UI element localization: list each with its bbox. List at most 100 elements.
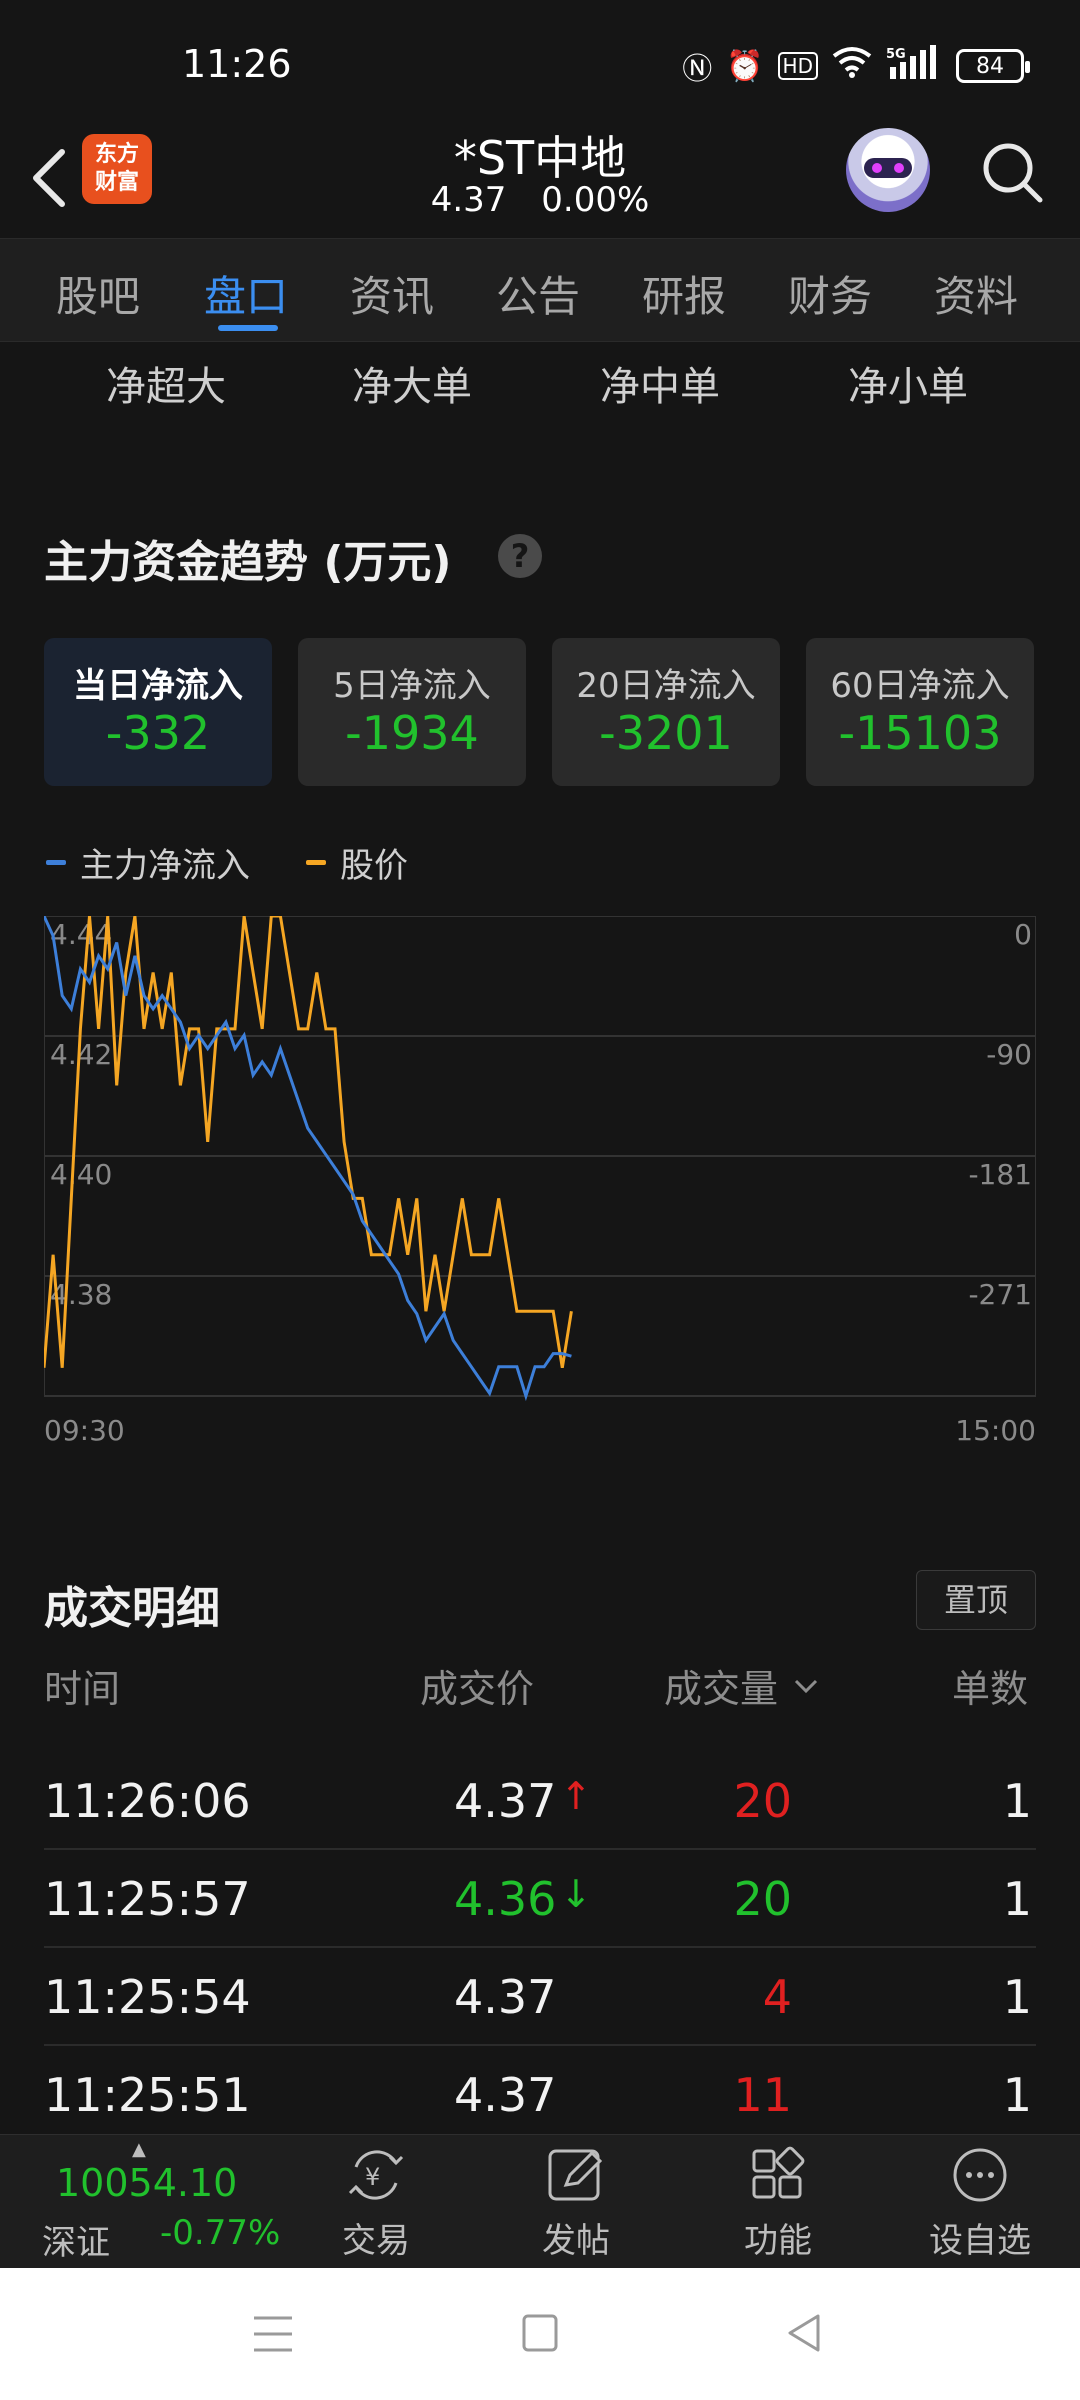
nav-add-watchlist[interactable]: 设自选 — [910, 2145, 1050, 2265]
legend-swatch-orange — [306, 860, 326, 865]
nav-label: 交易 — [342, 2221, 410, 2261]
caret-up-icon: ▲ — [132, 2139, 146, 2160]
card-label: 20日净流入 — [576, 666, 756, 706]
trade-row: 11:26:06 4.37 ↑ 20 1 — [44, 1752, 1036, 1850]
trade-count: 1 — [1002, 2068, 1032, 2122]
legend-net-inflow: 主力净流入 — [46, 838, 250, 887]
trade-time: 11:25:54 — [44, 1970, 251, 2024]
nav-trade[interactable]: ¥ 交易 — [306, 2145, 446, 2265]
header-count: 单数 — [952, 1667, 1029, 1711]
header-time: 时间 — [44, 1667, 121, 1711]
index-change: -0.77% — [160, 2213, 281, 2253]
header-volume: 成交量 — [664, 1667, 779, 1711]
header-volume-sort[interactable]: 成交量 — [664, 1658, 824, 1713]
legend-label: 股价 — [340, 846, 408, 886]
help-icon[interactable]: ? — [498, 534, 542, 578]
trades-title: 成交明细 — [44, 1583, 220, 1634]
card-today-inflow[interactable]: 当日净流入 -332 — [44, 638, 272, 786]
system-navigation-bar — [0, 2268, 1080, 2400]
tab-finance[interactable]: 财务 — [788, 263, 872, 324]
trade-time: 11:25:51 — [44, 2068, 251, 2122]
x-axis-start-label: 09:30 — [44, 1414, 125, 1447]
trade-yen-icon: ¥ — [348, 2150, 404, 2200]
left-axis-tick: 4.40 — [50, 1158, 112, 1191]
compose-icon — [548, 2149, 603, 2201]
fund-trend-chart[interactable]: 4.44 4.42 4.40 4.38 4.36 0 -90 -181 -271 -362 — [44, 916, 1036, 1402]
tab-profile[interactable]: 资料 — [934, 263, 1018, 324]
card-5day-inflow[interactable]: 5日净流入 -1934 — [298, 638, 526, 786]
card-20day-inflow[interactable]: 20日净流入 -3201 — [552, 638, 780, 786]
pin-top-button[interactable]: 置顶 — [916, 1570, 1036, 1630]
arrow-down-icon: ↓ — [560, 1872, 592, 1916]
stock-price: 4.37 — [430, 180, 507, 220]
chart-legend: 主力净流入 股价 — [46, 838, 464, 887]
nav-label: 功能 — [744, 2221, 812, 2261]
back-nav-icon[interactable] — [784, 2312, 824, 2354]
stock-tabs: 股吧 盘口 资讯 公告 研报 财务 资料 — [0, 238, 1080, 342]
battery-indicator: 84 — [956, 49, 1030, 83]
status-time: 11:26 — [182, 42, 292, 86]
nav-label: 设自选 — [929, 2221, 1031, 2261]
trade-price: 4.37 — [454, 1970, 557, 2024]
trade-count: 1 — [1002, 1970, 1032, 2024]
card-label: 当日净流入 — [73, 666, 243, 706]
nav-post[interactable]: 发帖 — [506, 2145, 646, 2265]
trade-row: 11:25:54 4.37 4 1 — [44, 1948, 1036, 2046]
tab-research[interactable]: 研报 — [642, 263, 726, 324]
right-axis-tick: -362 — [968, 1398, 1032, 1402]
search-button[interactable] — [976, 136, 1048, 208]
menu-icon[interactable] — [252, 2312, 294, 2356]
legend-price: 股价 — [306, 838, 408, 887]
left-axis-tick: 4.42 — [50, 1038, 112, 1071]
header-price: 成交价 — [420, 1667, 535, 1711]
bottom-toolbar: ▲ 10054.10 深证 -0.77% ¥ 交易 发帖 功能 设自选 — [0, 2134, 1080, 2268]
net-category-medium: 净中单 — [600, 364, 720, 410]
tab-pankou[interactable]: 盘口 — [204, 263, 288, 324]
index-value: 10054.10 — [56, 2161, 238, 2205]
card-value: -332 — [105, 706, 211, 760]
assistant-avatar[interactable] — [846, 128, 930, 212]
tab-announcements[interactable]: 公告 — [496, 263, 580, 324]
tab-news[interactable]: 资讯 — [350, 263, 434, 324]
right-axis-tick: -90 — [986, 1038, 1032, 1071]
trade-price: 4.37 — [454, 2068, 557, 2122]
wifi-icon — [832, 46, 872, 86]
trade-volume: 20 — [733, 1774, 792, 1828]
grid-icon — [752, 2146, 805, 2199]
svg-text:¥: ¥ — [365, 2163, 380, 2191]
card-value: -15103 — [838, 706, 1002, 760]
left-axis-tick: 4.44 — [50, 918, 112, 951]
index-name: 深证 — [42, 2223, 110, 2263]
trade-volume: 11 — [733, 2068, 792, 2122]
nav-functions[interactable]: 功能 — [708, 2145, 848, 2265]
trade-count: 1 — [1002, 1774, 1032, 1828]
card-60day-inflow[interactable]: 60日净流入 -15103 — [806, 638, 1034, 786]
card-label: 60日净流入 — [830, 666, 1010, 706]
trade-count: 1 — [1002, 1872, 1032, 1926]
trade-price: 4.36 — [454, 1872, 557, 1926]
card-label: 5日净流入 — [333, 666, 491, 706]
right-axis-tick: -181 — [968, 1158, 1032, 1191]
svg-text:5G: 5G — [886, 47, 906, 62]
stock-header: 东方 财富 *ST中地 4.37 0.00% — [0, 120, 1080, 238]
more-circle-icon — [953, 2148, 1007, 2202]
home-icon[interactable] — [520, 2312, 560, 2354]
trade-volume: 20 — [733, 1872, 792, 1926]
card-value: -3201 — [599, 706, 733, 760]
alarm-icon: ⏰ — [726, 48, 764, 84]
card-value: -1934 — [345, 706, 479, 760]
net-category-super-large: 净超大 — [106, 364, 226, 410]
left-axis-tick: 4.38 — [50, 1278, 112, 1311]
arrow-up-icon: ↑ — [560, 1774, 592, 1818]
status-icons: Ⓝ ⏰ HD 5G 84 — [682, 44, 1030, 88]
stock-change: 0.00% — [541, 180, 650, 220]
nav-label: 发帖 — [542, 2221, 610, 2261]
tab-guba[interactable]: 股吧 — [56, 263, 140, 324]
trade-time: 11:25:57 — [44, 1872, 251, 1926]
left-axis-tick: 4.36 — [50, 1398, 112, 1402]
signal-5g-icon: 5G — [886, 45, 942, 87]
trade-price: 4.37 — [454, 1774, 557, 1828]
status-bar: 11:26 Ⓝ ⏰ HD 5G 84 — [0, 0, 1080, 120]
search-icon — [983, 143, 1043, 203]
trade-volume: 4 — [762, 1970, 792, 2024]
